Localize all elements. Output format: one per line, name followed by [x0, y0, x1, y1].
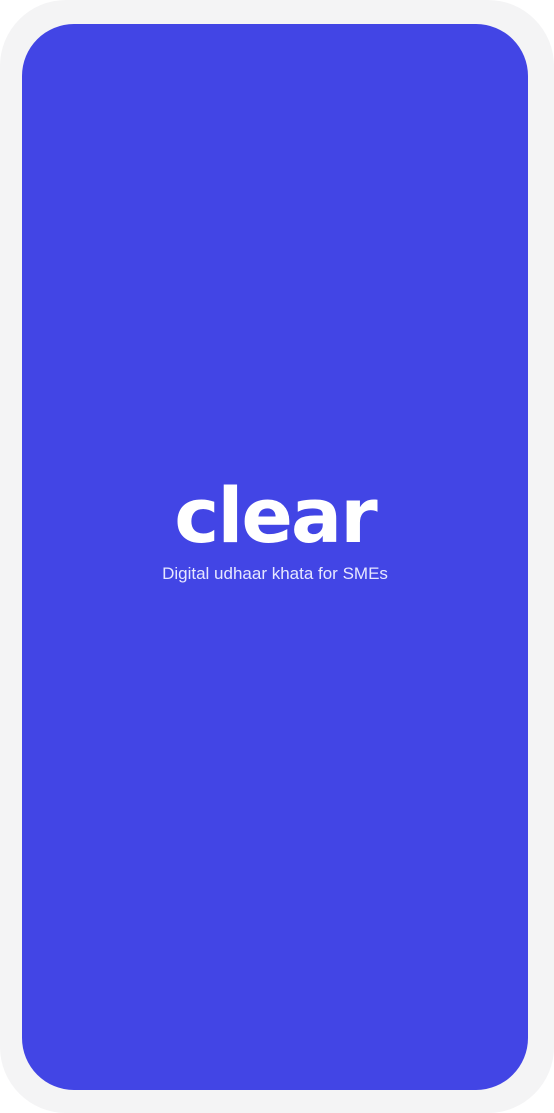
splash-content: clear Digital udhaar khata for SMEs	[22, 472, 528, 586]
device-frame: clear Digital udhaar khata for SMEs	[0, 0, 554, 1113]
app-tagline: Digital udhaar khata for SMEs	[162, 564, 388, 583]
app-logo: clear	[174, 471, 377, 560]
splash-screen: clear Digital udhaar khata for SMEs	[22, 24, 528, 1090]
